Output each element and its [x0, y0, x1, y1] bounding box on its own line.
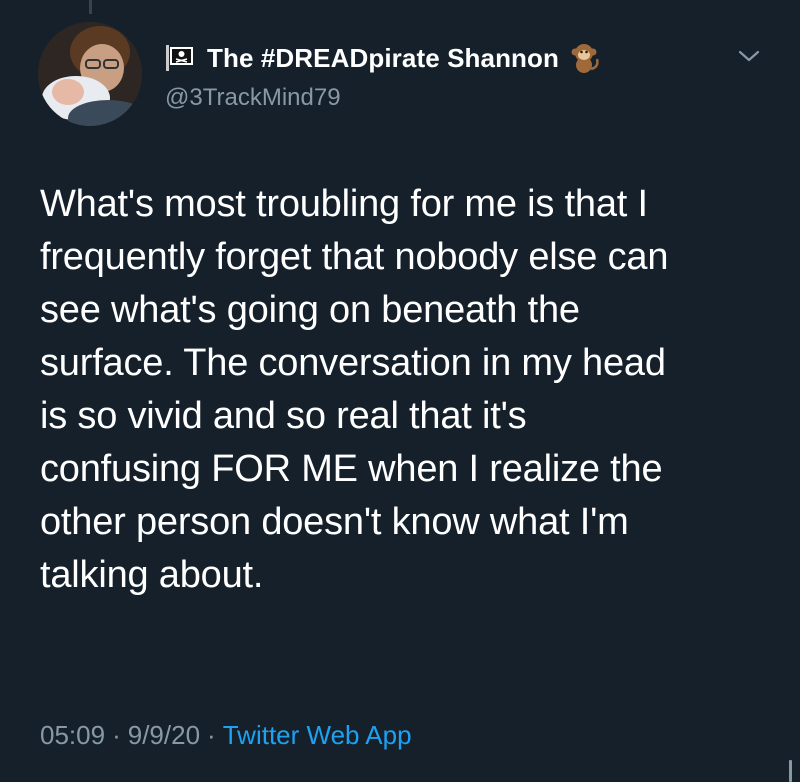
author-handle[interactable]: @3TrackMind79 — [165, 84, 341, 112]
tweet-body: What's most troubling for me is that I f… — [40, 178, 780, 602]
scrollbar-thumb[interactable] — [789, 760, 792, 782]
monkey-emoji-icon — [571, 44, 599, 73]
tweet-text-line: other person doesn't know what I'm — [40, 501, 629, 543]
meta-separator: · — [112, 720, 121, 750]
tweet-text-line: frequently forget that nobody else can — [40, 236, 669, 278]
tweet-text-line: talking about. — [40, 554, 264, 596]
tweet-text-line: is so vivid and so real that it's — [40, 395, 527, 437]
tweet-date[interactable]: 9/9/20 — [128, 720, 200, 750]
tweet-text-line: confusing FOR ME when I realize the — [40, 448, 663, 490]
tweet-card: The #DREADpirate Shannon @3TrackMind79 W… — [0, 0, 800, 782]
author-name-row[interactable]: The #DREADpirate Shannon — [165, 40, 601, 76]
avatar-photo — [38, 22, 142, 126]
pirate-flag-icon — [166, 45, 193, 71]
tweet-text-line: What's most troubling for me is that I — [40, 183, 648, 225]
tweet-metadata: 05:09 · 9/9/20 · Twitter Web App — [40, 720, 412, 751]
author-display-name[interactable]: The #DREADpirate Shannon — [207, 43, 559, 74]
tweet-text-line: see what's going on beneath the — [40, 289, 580, 331]
meta-separator: · — [207, 720, 216, 750]
avatar[interactable] — [38, 22, 142, 126]
thread-connector-line — [89, 0, 92, 14]
chevron-down-icon[interactable] — [736, 46, 762, 66]
tweet-time[interactable]: 05:09 — [40, 720, 105, 750]
tweet-source-link[interactable]: Twitter Web App — [223, 720, 412, 750]
tweet-text-line: surface. The conversation in my head — [40, 342, 666, 384]
